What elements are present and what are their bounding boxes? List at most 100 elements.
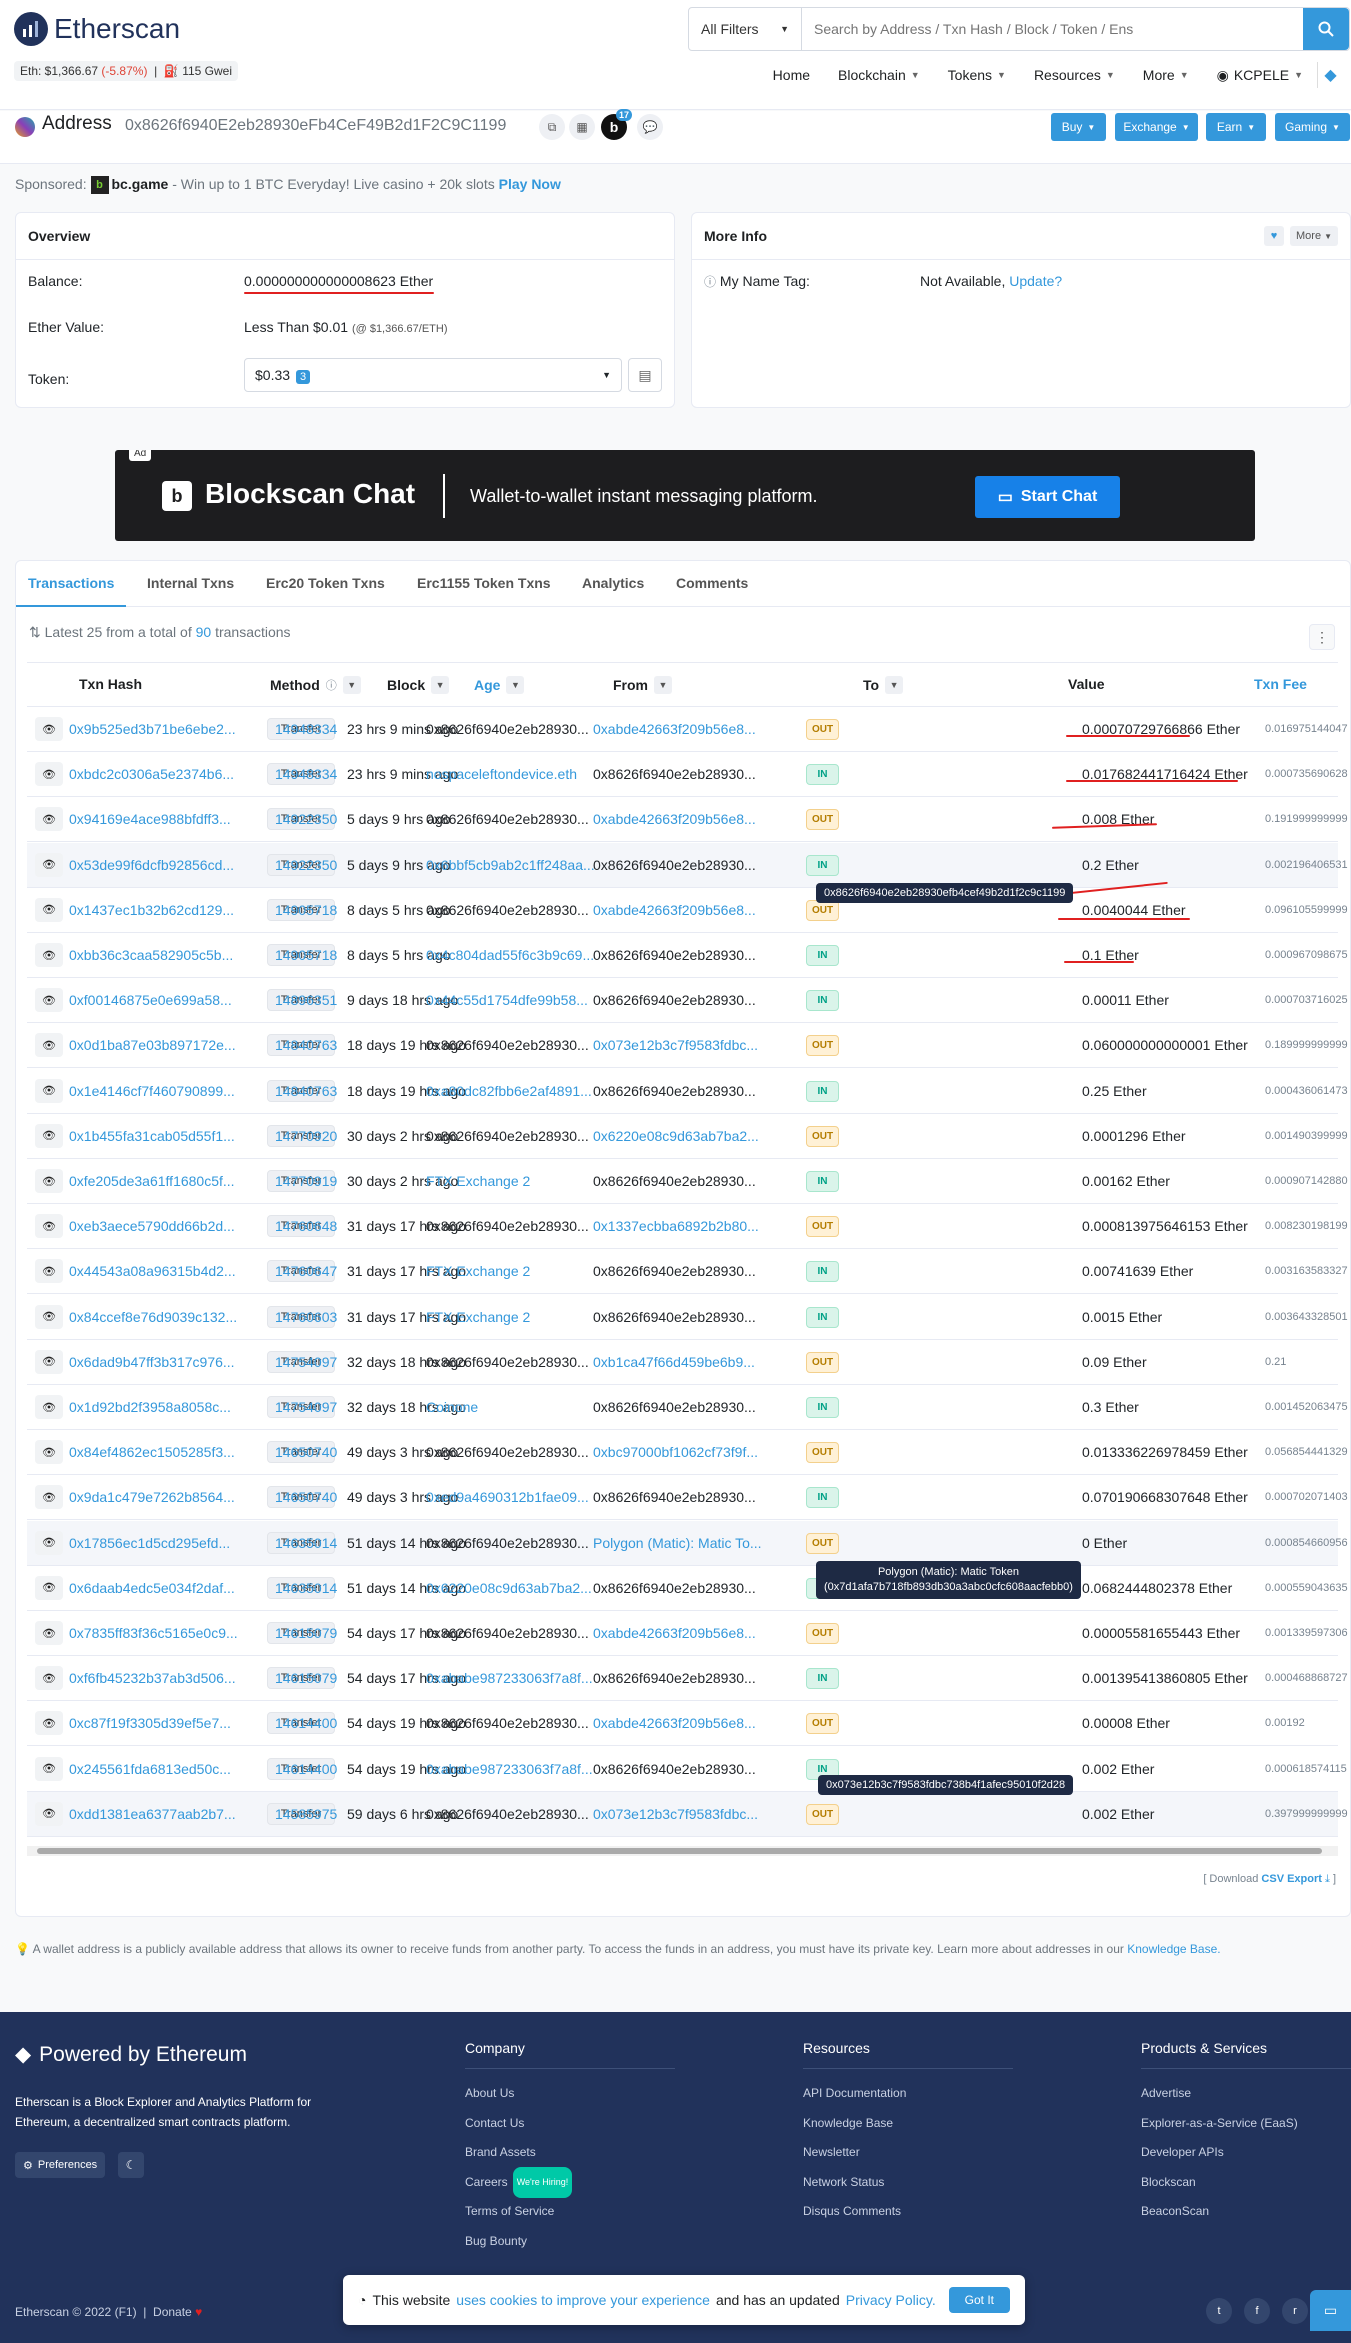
from-address[interactable]: 0x8626f6940e2eb28930... — [426, 811, 589, 827]
to-address[interactable]: 0x1337ecbba6892b2b80... — [593, 1218, 759, 1234]
view-details-icon[interactable]: 👁 — [35, 1621, 63, 1645]
to-address[interactable]: 0x073e12b3c7f9583fdbc... — [593, 1806, 758, 1822]
filter-icon[interactable]: ▼ — [654, 676, 672, 694]
etherscan-logo[interactable]: Etherscan — [14, 12, 180, 46]
block-link[interactable]: 14948334 — [275, 766, 337, 782]
update-name-tag-link[interactable]: Update? — [1009, 273, 1062, 289]
view-details-icon[interactable]: 👁 — [35, 897, 63, 922]
exchange-button[interactable]: Exchange ▼ — [1115, 113, 1198, 141]
nav-tokens[interactable]: Tokens ▼ — [948, 67, 1006, 83]
block-link[interactable]: 14896351 — [275, 992, 337, 1008]
txn-hash-link[interactable]: 0xf00146875e0e699a58... — [69, 992, 232, 1008]
txn-hash-link[interactable]: 0x1437ec1b32b62cd129... — [69, 902, 234, 918]
search-button[interactable] — [1303, 8, 1349, 50]
to-address[interactable]: 0x8626f6940e2eb28930... — [593, 1761, 756, 1777]
footer-link-network-status[interactable]: Network Status — [803, 2168, 1013, 2198]
view-details-icon[interactable]: 👁 — [35, 1078, 63, 1103]
chat-icon[interactable]: 💬 — [637, 114, 663, 140]
to-address[interactable]: 0x8626f6940e2eb28930... — [593, 766, 756, 782]
filter-icon[interactable]: ▼ — [342, 676, 361, 694]
view-details-icon[interactable]: 👁 — [35, 852, 63, 877]
view-details-icon[interactable]: 👁 — [35, 762, 63, 787]
csv-export-link[interactable]: CSV Export — [1261, 1873, 1322, 1885]
to-address[interactable]: 0xabde42663f209b56e8... — [593, 1625, 756, 1641]
tab-erc1155-token-txns[interactable]: Erc1155 Token Txns — [417, 575, 551, 591]
block-link[interactable]: 14760603 — [275, 1309, 337, 1325]
cookie-policy-link[interactable]: uses cookies to improve your experience — [456, 2292, 710, 2308]
view-details-icon[interactable]: 👁 — [35, 1214, 63, 1239]
from-address[interactable]: 0x6220e08c9d63ab7ba2... — [426, 1580, 592, 1596]
from-address[interactable]: FTX Exchange 2 — [426, 1309, 530, 1325]
to-address[interactable]: 0x8626f6940e2eb28930... — [593, 947, 756, 963]
to-address[interactable]: 0x8626f6940e2eb28930... — [593, 1670, 756, 1686]
block-link[interactable]: 14635014 — [275, 1535, 337, 1551]
footer-link-beaconscan[interactable]: BeaconScan — [1141, 2197, 1351, 2227]
scrollbar-thumb[interactable] — [37, 1848, 1322, 1854]
from-address[interactable]: 0xa80dc82fbb6e2af4891... — [426, 1083, 592, 1099]
gaming-button[interactable]: Gaming ▼ — [1275, 113, 1350, 141]
footer-link-terms[interactable]: Terms of Service — [465, 2197, 675, 2227]
to-address[interactable]: 0xb1ca47f66d459be6b9... — [593, 1354, 755, 1370]
footer-link-disqus[interactable]: Disqus Comments — [803, 2197, 1013, 2227]
knowledge-base-link[interactable]: Knowledge Base. — [1127, 1942, 1220, 1956]
facebook-icon[interactable]: f — [1244, 2298, 1270, 2324]
nav-resources[interactable]: Resources ▼ — [1034, 67, 1115, 83]
to-address[interactable]: 0x8626f6940e2eb28930... — [593, 1173, 756, 1189]
view-details-icon[interactable]: 👁 — [35, 1485, 63, 1510]
block-link[interactable]: 14650740 — [275, 1489, 337, 1505]
from-address[interactable]: 0x8626f6940e2eb28930... — [426, 1354, 589, 1370]
nav-blockchain[interactable]: Blockchain ▼ — [838, 67, 920, 83]
horizontal-scrollbar[interactable] — [27, 1846, 1338, 1856]
from-address[interactable]: 0x8626f6940e2eb28930... — [426, 1037, 589, 1053]
from-address[interactable]: FTX Exchange 2 — [426, 1263, 530, 1279]
search-filter-select[interactable]: All Filters ▼ — [689, 8, 802, 50]
to-address[interactable]: 0x8626f6940e2eb28930... — [593, 992, 756, 1008]
txn-hash-link[interactable]: 0x245561fda6813ed50c... — [69, 1761, 231, 1777]
block-link[interactable]: 14760647 — [275, 1263, 337, 1279]
qr-code-icon[interactable]: ▦ — [569, 114, 595, 140]
block-link[interactable]: 14754097 — [275, 1399, 337, 1415]
to-address[interactable]: 0xabde42663f209b56e8... — [593, 1715, 756, 1731]
block-link[interactable]: 14615079 — [275, 1670, 337, 1686]
to-address[interactable]: 0x8626f6940e2eb28930... — [593, 1309, 756, 1325]
from-address[interactable]: nospaceleftondevice.eth — [426, 766, 577, 782]
dark-mode-toggle[interactable]: ☾ — [118, 2152, 144, 2178]
copy-icon[interactable]: ⧉ — [539, 114, 565, 140]
to-address[interactable]: 0x8626f6940e2eb28930... — [593, 1263, 756, 1279]
view-details-icon[interactable]: 👁 — [35, 1395, 63, 1419]
view-details-icon[interactable]: 👁 — [35, 1666, 63, 1691]
txn-hash-link[interactable]: 0x9da1c479e7262b8564... — [69, 1489, 235, 1505]
from-address[interactable]: 0x8626f6940e2eb28930... — [426, 1535, 589, 1551]
txn-hash-link[interactable]: 0x17856ec1d5cd295efd... — [69, 1535, 230, 1551]
txn-hash-link[interactable]: 0x7835ff83f36c5165e0c9... — [69, 1625, 238, 1641]
from-address[interactable]: 0x8626f6940e2eb28930... — [426, 902, 589, 918]
filter-icon[interactable]: ▼ — [431, 676, 450, 694]
footer-link-about[interactable]: About Us — [465, 2079, 675, 2109]
from-address[interactable]: 0xababe987233063f7a8f... — [426, 1761, 593, 1777]
to-address[interactable]: 0x073e12b3c7f9583fdbc... — [593, 1037, 758, 1053]
buy-button[interactable]: Buy ▼ — [1051, 113, 1106, 141]
txn-hash-link[interactable]: 0x1e4146cf7f460790899... — [69, 1083, 235, 1099]
token-holdings-select[interactable]: $0.33 3 ▼ — [244, 358, 622, 392]
to-address[interactable]: 0xbc97000bf1062cf73f9f... — [593, 1444, 758, 1460]
view-details-icon[interactable]: 👁 — [35, 1440, 63, 1465]
footer-link-brand-assets[interactable]: Brand Assets — [465, 2138, 675, 2168]
from-address[interactable]: 0x8626f6940e2eb28930... — [426, 1444, 589, 1460]
from-address[interactable]: 0x8626f6940e2eb28930... — [426, 1625, 589, 1641]
txn-hash-link[interactable]: 0xeb3aece5790dd66b2d... — [69, 1218, 235, 1234]
wallet-icon[interactable]: ▤ — [628, 358, 662, 392]
txn-hash-link[interactable]: 0x9b525ed3b71be6ebe2... — [69, 721, 236, 737]
view-details-icon[interactable]: 👁 — [35, 1711, 63, 1736]
view-details-icon[interactable]: 👁 — [35, 1033, 63, 1058]
preferences-button[interactable]: ⚙ Preferences — [15, 2152, 106, 2178]
txn-hash-link[interactable]: 0x6dad9b47ff3b317c976... — [69, 1354, 235, 1370]
privacy-policy-link[interactable]: Privacy Policy. — [846, 2292, 936, 2308]
from-address[interactable]: 0x44c55d1754dfe99b58... — [426, 992, 588, 1008]
view-details-icon[interactable]: 👁 — [35, 943, 63, 967]
nav-account[interactable]: ◉ KCPELE ▼ — [1217, 67, 1303, 84]
to-address[interactable]: 0x8626f6940e2eb28930... — [593, 1489, 756, 1505]
more-options-icon[interactable]: ⋮ — [1309, 624, 1335, 650]
blockscan-badge[interactable]: b 17 — [601, 109, 632, 140]
reddit-icon[interactable]: r — [1282, 2298, 1308, 2324]
block-link[interactable]: 14905718 — [275, 902, 337, 918]
